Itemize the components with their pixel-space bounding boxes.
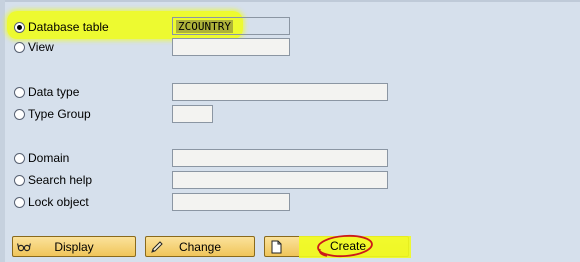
radio-database-table[interactable]: Database table xyxy=(14,19,109,35)
radio-button[interactable] xyxy=(14,174,25,186)
annotation-circle xyxy=(317,234,373,258)
radio-button[interactable] xyxy=(14,196,25,208)
view-input[interactable] xyxy=(172,38,290,56)
radio-button-checked[interactable] xyxy=(14,21,25,33)
radio-button[interactable] xyxy=(14,108,25,120)
radio-label-database-table: Database table xyxy=(28,20,109,34)
change-button[interactable]: Change xyxy=(145,236,255,257)
glasses-icon xyxy=(17,243,31,252)
data-type-input[interactable] xyxy=(172,83,388,101)
radio-label-view: View xyxy=(28,40,54,54)
radio-domain[interactable]: Domain xyxy=(14,150,69,166)
display-button-label: Display xyxy=(54,239,94,254)
database-table-input-value: ZCOUNTRY xyxy=(176,20,233,33)
radio-view[interactable]: View xyxy=(14,39,54,55)
radio-button[interactable] xyxy=(14,86,25,98)
display-button[interactable]: Display xyxy=(12,236,136,257)
radio-data-type[interactable]: Data type xyxy=(14,84,79,100)
radio-label-domain: Domain xyxy=(28,151,70,165)
radio-button[interactable] xyxy=(14,41,25,53)
change-button-label: Change xyxy=(178,239,222,254)
radio-type-group[interactable]: Type Group xyxy=(14,106,91,122)
radio-label-lock-object: Lock object xyxy=(28,195,89,209)
radio-lock-object[interactable]: Lock object xyxy=(14,194,89,210)
window-top-border xyxy=(0,0,580,2)
database-table-input[interactable]: ZCOUNTRY xyxy=(172,17,290,35)
new-document-icon xyxy=(271,240,282,254)
domain-input[interactable] xyxy=(172,149,388,167)
lock-object-input[interactable] xyxy=(172,193,290,211)
pencil-icon xyxy=(151,241,163,253)
radio-label-type-group: Type Group xyxy=(28,107,91,121)
radio-button[interactable] xyxy=(14,152,25,164)
radio-search-help[interactable]: Search help xyxy=(14,172,92,188)
search-help-input[interactable] xyxy=(172,171,388,189)
window-left-border xyxy=(0,0,5,262)
radio-label-search-help: Search help xyxy=(28,173,93,187)
type-group-input[interactable] xyxy=(172,105,213,123)
radio-label-data-type: Data type xyxy=(28,85,80,99)
